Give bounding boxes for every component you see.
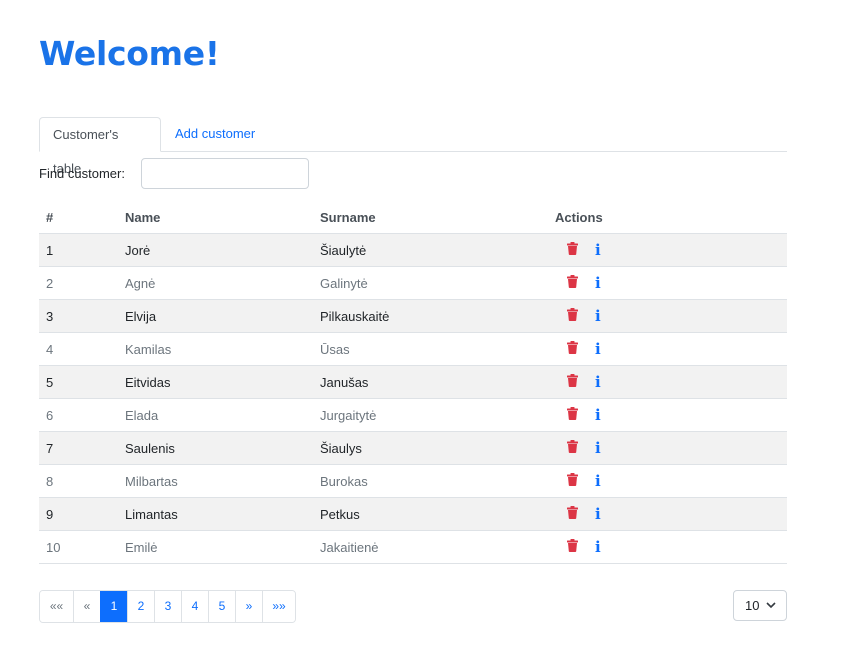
row-actions: i: [548, 299, 787, 333]
trash-icon[interactable]: [567, 473, 578, 489]
find-customer-label: Find customer:: [39, 166, 125, 181]
page-button-3[interactable]: 3: [154, 591, 181, 622]
info-icon[interactable]: i: [595, 374, 601, 390]
row-number: 6: [39, 398, 118, 432]
table-row: 1 Jorė Šiaulytė i: [39, 233, 787, 267]
trash-icon[interactable]: [567, 275, 578, 291]
info-icon[interactable]: i: [595, 506, 601, 522]
info-icon[interactable]: i: [595, 308, 601, 324]
row-surname: Ūsas: [313, 332, 548, 366]
tab-bar: Customer's table Add customer: [39, 117, 787, 176]
row-surname: Petkus: [313, 497, 548, 531]
table-row: 10 Emilė Jakaitienė i: [39, 530, 787, 564]
row-surname: Galinytė: [313, 266, 548, 300]
row-name: Elada: [118, 398, 313, 432]
row-actions: i: [548, 497, 787, 531]
page-button-5[interactable]: 5: [208, 591, 235, 622]
row-actions: i: [548, 233, 787, 267]
row-number: 9: [39, 497, 118, 531]
prev-page-button[interactable]: «: [73, 591, 100, 622]
find-customer-input[interactable]: [141, 158, 309, 189]
row-number: 10: [39, 530, 118, 564]
row-number: 3: [39, 299, 118, 333]
trash-icon[interactable]: [567, 440, 578, 456]
page-button-1[interactable]: 1: [100, 591, 127, 622]
trash-icon[interactable]: [567, 539, 578, 555]
page-button-2[interactable]: 2: [127, 591, 154, 622]
trash-icon[interactable]: [567, 374, 578, 390]
row-actions: i: [548, 431, 787, 465]
header-number: #: [39, 201, 118, 234]
row-surname: Šiaulytė: [313, 233, 548, 267]
row-surname: Burokas: [313, 464, 548, 498]
row-name: Limantas: [118, 497, 313, 531]
table-row: 5 Eitvidas Janušas i: [39, 365, 787, 399]
first-page-button[interactable]: ««: [40, 591, 73, 622]
row-name: Eitvidas: [118, 365, 313, 399]
row-name: Jorė: [118, 233, 313, 267]
tab-add-customer[interactable]: Add customer: [162, 117, 268, 151]
table-row: 4 Kamilas Ūsas i: [39, 332, 787, 366]
row-name: Emilė: [118, 530, 313, 564]
info-icon[interactable]: i: [595, 275, 601, 291]
table-row: 8 Milbartas Burokas i: [39, 464, 787, 498]
row-surname: Jurgaitytė: [313, 398, 548, 432]
row-surname: Janušas: [313, 365, 548, 399]
page-button-4[interactable]: 4: [181, 591, 208, 622]
chevron-down-icon: [766, 602, 776, 609]
page-size-value: 10: [745, 598, 760, 613]
row-actions: i: [548, 398, 787, 432]
trash-icon[interactable]: [567, 242, 578, 258]
row-name: Kamilas: [118, 332, 313, 366]
row-surname: Šiaulys: [313, 431, 548, 465]
row-number: 1: [39, 233, 118, 267]
header-surname: Surname: [313, 201, 548, 234]
trash-icon[interactable]: [567, 308, 578, 324]
row-actions: i: [548, 464, 787, 498]
table-row: 3 Elvija Pilkauskaitė i: [39, 299, 787, 333]
row-name: Milbartas: [118, 464, 313, 498]
info-icon[interactable]: i: [595, 539, 601, 555]
row-actions: i: [548, 365, 787, 399]
info-icon[interactable]: i: [595, 407, 601, 423]
row-name: Agnė: [118, 266, 313, 300]
header-name: Name: [118, 201, 313, 234]
table-body: 1 Jorė Šiaulytė i 2 Agnė Galinytė i 3 Elvija Pilka…: [39, 233, 787, 564]
row-surname: Jakaitienė: [313, 530, 548, 564]
row-actions: i: [548, 530, 787, 564]
header-actions: Actions: [548, 201, 787, 234]
next-page-button[interactable]: »: [235, 591, 262, 622]
row-number: 4: [39, 332, 118, 366]
row-actions: i: [548, 266, 787, 300]
info-icon[interactable]: i: [595, 473, 601, 489]
row-number: 7: [39, 431, 118, 465]
table-header-row: # Name Surname Actions: [39, 201, 787, 234]
row-actions: i: [548, 332, 787, 366]
trash-icon[interactable]: [567, 506, 578, 522]
pagination: «« « 1 2 3 4 5 » »»: [39, 590, 296, 623]
trash-icon[interactable]: [567, 407, 578, 423]
page-title: Welcome!: [39, 34, 220, 73]
trash-icon[interactable]: [567, 341, 578, 357]
row-number: 8: [39, 464, 118, 498]
last-page-button[interactable]: »»: [262, 591, 295, 622]
row-number: 5: [39, 365, 118, 399]
customers-table: # Name Surname Actions 1 Jorė Šiaulytė i 2 Ag…: [39, 201, 787, 564]
table-row: 2 Agnė Galinytė i: [39, 266, 787, 300]
row-number: 2: [39, 266, 118, 300]
info-icon[interactable]: i: [595, 242, 601, 258]
table-row: 6 Elada Jurgaitytė i: [39, 398, 787, 432]
row-name: Saulenis: [118, 431, 313, 465]
row-name: Elvija: [118, 299, 313, 333]
info-icon[interactable]: i: [595, 341, 601, 357]
page-size-select[interactable]: 10: [733, 590, 787, 621]
table-row: 9 Limantas Petkus i: [39, 497, 787, 531]
tab-customers-table[interactable]: Customer's table: [39, 117, 161, 176]
table-row: 7 Saulenis Šiaulys i: [39, 431, 787, 465]
info-icon[interactable]: i: [595, 440, 601, 456]
row-surname: Pilkauskaitė: [313, 299, 548, 333]
